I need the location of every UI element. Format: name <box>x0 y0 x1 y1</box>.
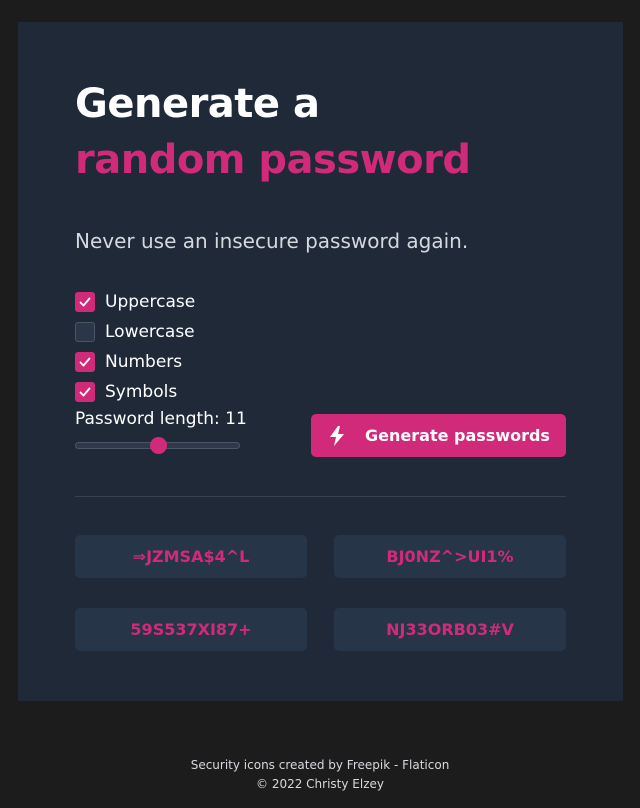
password-result-4[interactable]: NJ33ORB03#V <box>334 608 566 651</box>
credit-prefix: Security icons created by <box>190 758 347 772</box>
password-result-1[interactable]: ⇒JZMSA$4^L <box>75 535 307 578</box>
checkmark-icon <box>79 297 91 307</box>
title-line-1: Generate a <box>75 81 320 127</box>
password-length-label: Password length: 11 <box>75 409 247 429</box>
subtitle: Never use an insecure password again. <box>75 229 469 253</box>
option-uppercase[interactable]: Uppercase <box>75 287 195 317</box>
option-numbers[interactable]: Numbers <box>75 347 195 377</box>
password-length-slider[interactable] <box>75 436 240 456</box>
flaticon-credit-link[interactable]: Freepik - Flaticon <box>347 758 450 772</box>
checkmark-icon <box>79 387 91 397</box>
generate-button-label: Generate passwords <box>365 426 550 445</box>
title-line-2: random password <box>75 137 471 183</box>
symbols-label: Symbols <box>105 382 178 402</box>
credit-line: Security icons created by Freepik - Flat… <box>0 756 640 775</box>
footer: Security icons created by Freepik - Flat… <box>0 756 640 794</box>
option-symbols[interactable]: Symbols <box>75 377 195 407</box>
symbols-checkbox[interactable] <box>75 382 95 402</box>
generator-card: Generate a random password Never use an … <box>18 22 623 701</box>
slider-thumb[interactable] <box>150 437 167 454</box>
uppercase-label: Uppercase <box>105 292 196 312</box>
numbers-label: Numbers <box>105 352 183 372</box>
copyright: © 2022 Christy Elzey <box>256 777 384 791</box>
option-lowercase[interactable]: Lowercase <box>75 317 195 347</box>
lowercase-label: Lowercase <box>105 322 195 342</box>
password-result-2[interactable]: BJ0NZ^>UI1% <box>334 535 566 578</box>
character-options: Uppercase Lowercase Numbers Symbols <box>75 287 195 407</box>
password-result-3[interactable]: 59S537XI87+ <box>75 608 307 651</box>
checkmark-icon <box>79 357 91 367</box>
divider <box>75 496 566 497</box>
uppercase-checkbox[interactable] <box>75 292 95 312</box>
lowercase-checkbox[interactable] <box>75 322 95 342</box>
page-title: Generate a random password <box>75 80 471 184</box>
bolt-icon <box>327 425 347 447</box>
generate-passwords-button[interactable]: Generate passwords <box>311 414 566 457</box>
numbers-checkbox[interactable] <box>75 352 95 372</box>
